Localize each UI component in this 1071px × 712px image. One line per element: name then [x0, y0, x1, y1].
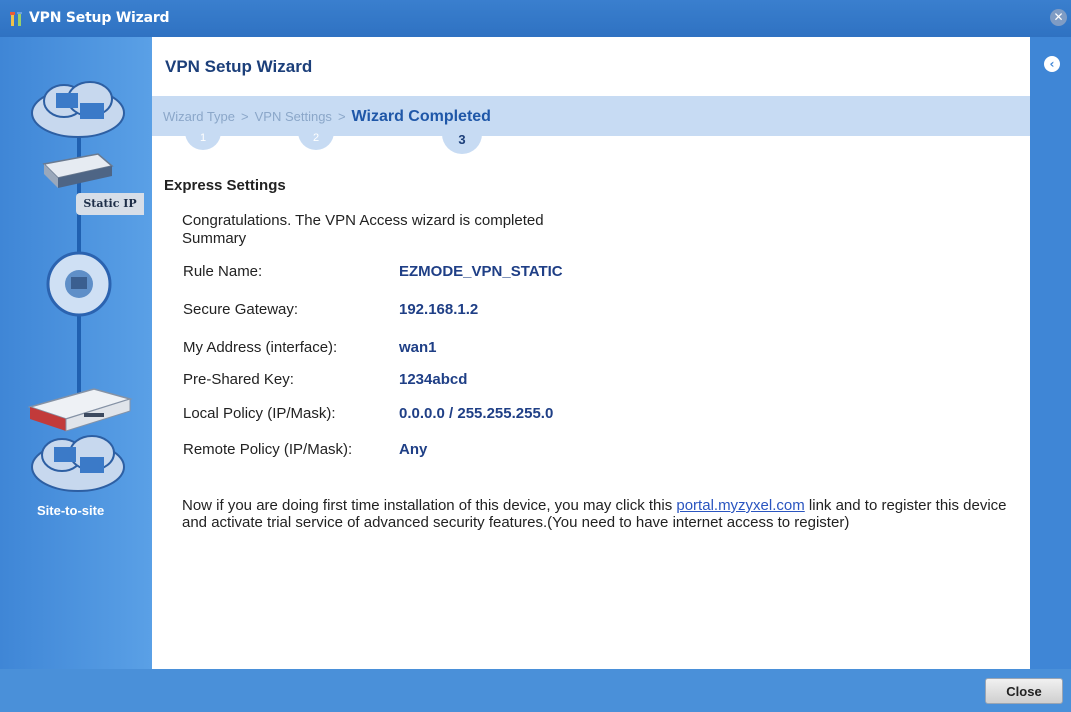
cloud-network-icon — [31, 435, 125, 492]
secure-gateway-value: 192.168.1.2 — [399, 301, 479, 318]
internet-globe-icon — [46, 251, 112, 317]
wizard-tools-icon — [10, 12, 22, 26]
local-policy-value: 0.0.0.0 / 255.255.255.0 — [399, 405, 554, 422]
remote-policy-value: Any — [399, 441, 428, 458]
breadcrumb-wizard-completed: Wizard Completed — [351, 108, 491, 125]
portal-link[interactable]: portal.myzyxel.com — [676, 497, 804, 514]
secure-gateway-label: Secure Gateway: — [183, 301, 299, 318]
rule-name-label: Rule Name: — [183, 263, 263, 280]
router-device-icon — [42, 153, 114, 188]
remote-policy-label: Remote Policy (IP/Mask): — [183, 441, 353, 458]
my-address-value: wan1 — [399, 339, 437, 356]
congrats-line: Congratulations. The VPN Access wizard i… — [182, 212, 544, 229]
close-icon[interactable]: ✕ — [1050, 9, 1067, 26]
close-button[interactable]: Close — [985, 678, 1063, 704]
wizard-content: VPN Setup Wizard Wizard Type > VPN Setting… — [152, 37, 1030, 669]
note-text: Now if you are doing first time installa… — [182, 497, 677, 514]
cloud-network-icon — [31, 81, 125, 138]
breadcrumb-separator: > — [241, 109, 249, 124]
pre-shared-key-label: Pre-Shared Key: — [183, 371, 294, 388]
registration-note: Now if you are doing first time installa… — [182, 497, 1032, 531]
vpn-setup-wizard-window: VPN Setup Wizard ✕ Static IP Site-to-sit… — [0, 0, 1071, 712]
step-3-marker: 3 — [442, 130, 482, 154]
page-title: VPN Setup Wizard — [165, 57, 313, 76]
summary-label: Summary — [182, 230, 247, 247]
step-1-marker: 1 — [185, 132, 221, 150]
breadcrumb: Wizard Type > VPN Settings > Wizard Complete… — [163, 108, 491, 126]
right-gutter — [1030, 37, 1071, 669]
title-bar: VPN Setup Wizard ✕ — [0, 0, 1071, 37]
my-address-label: My Address (interface): — [183, 339, 338, 356]
step-2-marker: 2 — [298, 132, 334, 150]
static-ip-tag: Static IP — [76, 193, 144, 215]
wizard-sidebar: Static IP Site-to-site — [0, 37, 152, 669]
local-policy-label: Local Policy (IP/Mask): — [183, 405, 336, 422]
breadcrumb-separator: > — [337, 109, 346, 124]
footer-bar — [0, 669, 1071, 712]
breadcrumb-vpn-settings: VPN Settings — [254, 109, 332, 124]
pre-shared-key-value: 1234abcd — [399, 371, 468, 388]
express-settings-heading: Express Settings — [164, 177, 286, 194]
congrats-message: Congratulations. The VPN Access wizard i… — [182, 212, 544, 248]
breadcrumb-wizard-type: Wizard Type — [163, 109, 236, 124]
window-title: VPN Setup Wizard — [29, 10, 170, 26]
chevron-left-icon[interactable]: ‹ — [1044, 56, 1060, 72]
site-to-site-label: Site-to-site — [37, 503, 105, 518]
rule-name-value: EZMODE_VPN_STATIC — [399, 263, 563, 280]
